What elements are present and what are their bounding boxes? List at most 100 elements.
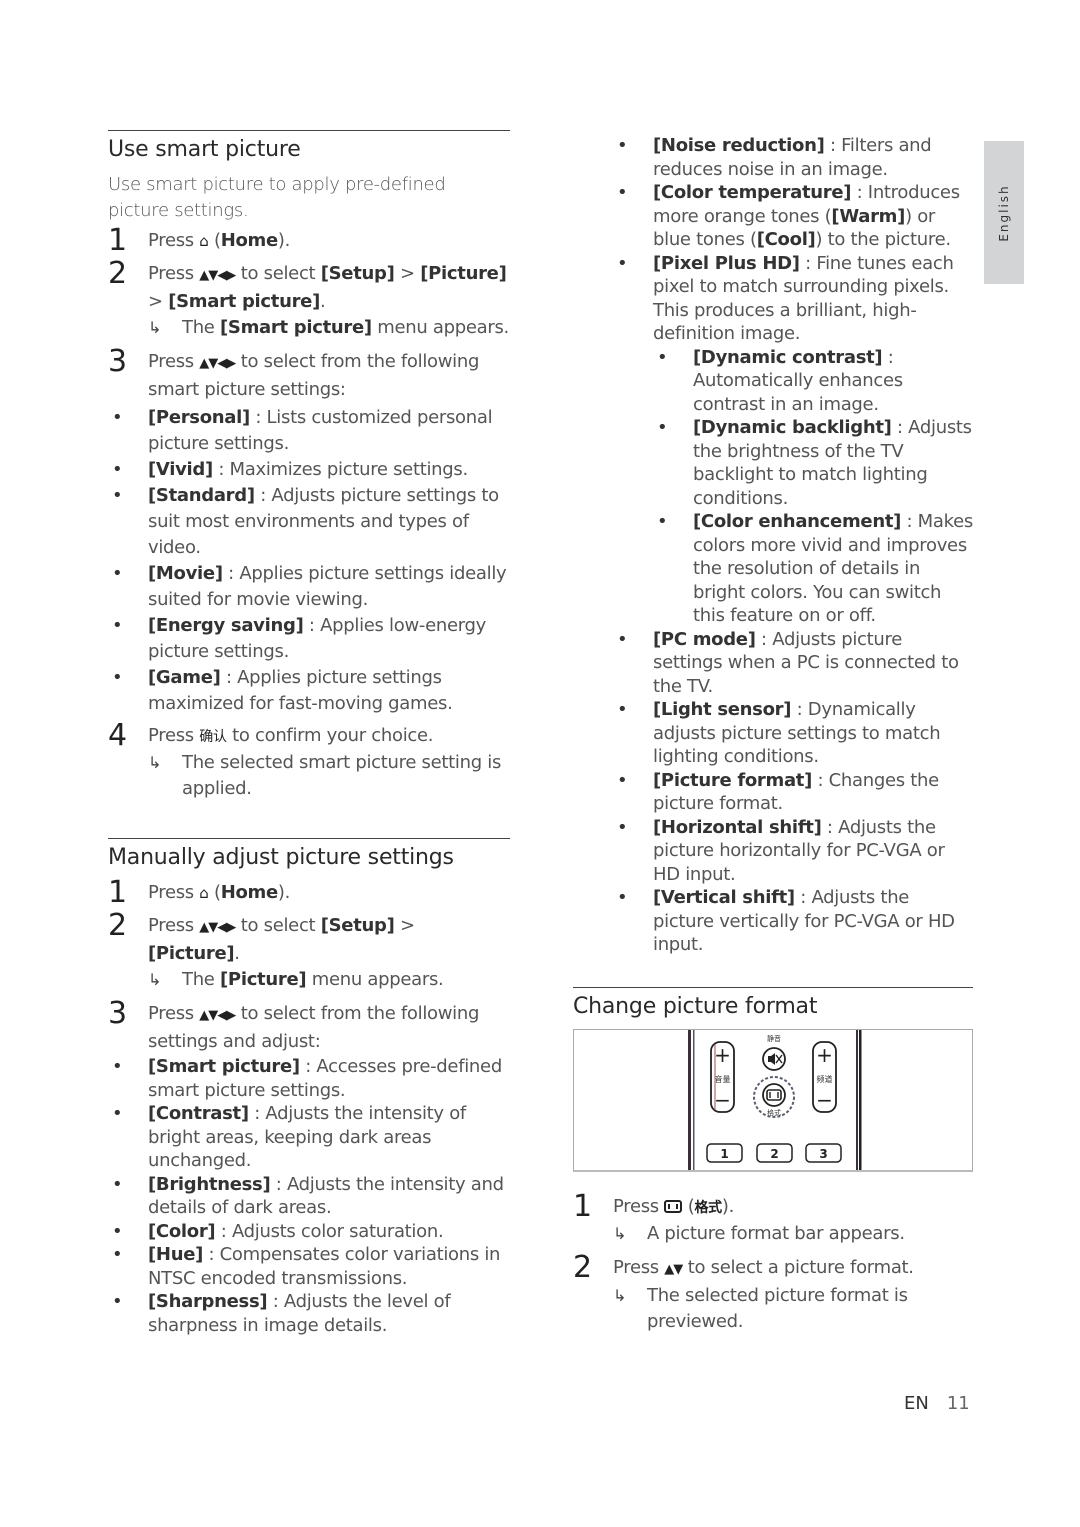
text: . [320, 291, 326, 312]
step-number: 2 [108, 256, 127, 291]
bullet: • [657, 417, 668, 438]
format-key-label: 格式 [694, 1199, 722, 1216]
bold-term: [Dynamic contrast] [693, 346, 883, 368]
format-step-2: 2 Press ▲▼ to select a picture format. ↳… [573, 1250, 973, 1335]
bullet: • [112, 1056, 123, 1077]
bold-term: [Pixel Plus HD] [653, 252, 800, 274]
text: ). [721, 1195, 735, 1217]
list-item: • [Personal] : Lists customized personal … [108, 405, 510, 457]
bullet: • [112, 1220, 123, 1242]
bullet: • [657, 346, 668, 368]
svg-text:1: 1 [720, 1147, 728, 1161]
result-arrow-icon: ↳ [148, 970, 162, 989]
home-icon: ⌂ [199, 884, 209, 902]
bullet: • [112, 1103, 123, 1124]
text: . [234, 943, 240, 964]
bold-term: [Standard] [148, 485, 255, 506]
bullet: • [112, 1244, 123, 1265]
text: ( [208, 882, 221, 903]
remote-edge-left [688, 1029, 691, 1170]
bold-term: [Setup] [320, 263, 395, 284]
svg-text:2: 2 [770, 1147, 778, 1161]
bullet: • [112, 407, 123, 428]
format-button: 格式 [753, 1075, 795, 1118]
text: Press [148, 263, 200, 284]
list-item: • [Game] : Applies picture settings maxim… [108, 665, 510, 717]
mute-button: 静音 [762, 1034, 786, 1071]
text: ( [682, 1195, 695, 1217]
bold-term: [Vertical shift] [653, 887, 795, 908]
list-item: • [Smart picture] : Accesses pre-defined … [108, 1055, 510, 1102]
bold-term: [Cool] [756, 229, 816, 250]
channel-label: 频道 [817, 1074, 833, 1084]
bullet: • [617, 252, 628, 274]
volume-rocker-button: + 音量 − [710, 1040, 735, 1113]
section-divider [108, 130, 510, 131]
format-label: 格式 [767, 1108, 781, 1117]
bullet: • [112, 1173, 123, 1195]
manual-step-3: 3 Press ▲▼◀▶ to select from the followin… [108, 997, 510, 1055]
list-item: • [Contrast] : Adjusts the intensity of b… [108, 1102, 510, 1173]
list-item: • [PC mode] : Adjusts picture settings wh… [573, 628, 973, 699]
bold-term: [Contrast] [148, 1103, 249, 1124]
bullet: • [112, 615, 123, 636]
format-icon [664, 1199, 683, 1213]
text: Press [148, 915, 200, 936]
smart-step-4: 4 Press 确认 to confirm your choice. ↳ The… [108, 719, 510, 802]
text: The [182, 969, 220, 990]
text: Press [613, 1256, 665, 1278]
bold-term: [Light sensor] [653, 699, 792, 720]
bold-term: [Vivid] [148, 459, 213, 480]
bold-term: [Personal] [148, 407, 250, 428]
bold-term: [Color] [148, 1220, 216, 1242]
bold-term: [Color enhancement] [693, 511, 902, 532]
number-key-1: 1 [706, 1142, 743, 1163]
text: Press [148, 882, 200, 903]
bullet: • [617, 816, 628, 838]
step-number: 3 [108, 996, 127, 1031]
list-item: • [Standard] : Adjusts picture settings t… [108, 483, 510, 561]
text: > [394, 915, 415, 936]
bold-term: [Dynamic backlight] [693, 417, 892, 438]
result-line: ↳ The selected smart picture setting is … [148, 750, 510, 802]
text: The selected picture format is previewed… [647, 1284, 908, 1332]
text: A picture format bar appears. [647, 1222, 905, 1244]
home-icon: ⌂ [199, 232, 209, 250]
footer-language: EN [904, 1393, 929, 1414]
result-arrow-icon: ↳ [148, 318, 162, 337]
result-line: ↳ The selected picture format is preview… [613, 1283, 973, 1335]
confirm-key-label: 确认 [199, 729, 227, 745]
bold-term: [Picture format] [653, 769, 813, 791]
result-arrow-icon: ↳ [613, 1223, 627, 1243]
text: ). [277, 230, 291, 251]
bold-term: [Game] [148, 667, 221, 688]
text: Press [148, 230, 200, 251]
number-key-3: 3 [805, 1142, 842, 1163]
text: Press [613, 1195, 665, 1217]
result-arrow-icon: ↳ [613, 1285, 627, 1305]
page-footer: EN 11 [904, 1393, 970, 1414]
result-arrow-icon: ↳ [148, 753, 162, 772]
left-column: Use smart picture Use smart picture to a… [108, 130, 510, 1337]
result-line: ↳ A picture format bar appears. [613, 1221, 973, 1247]
text: menu appears. [306, 969, 444, 990]
sub-list-item: • [Color enhancement] : Makes colors more… [573, 510, 973, 628]
bullet: • [617, 769, 628, 791]
bullet: • [617, 135, 628, 156]
bold-term: [Movie] [148, 563, 223, 584]
text: to select a picture format. [682, 1256, 914, 1278]
manual-step-2: 2 Press ▲▼◀▶ to select [Setup] > [Pictur… [108, 909, 510, 993]
bullet: • [617, 699, 628, 720]
text: to select [235, 263, 321, 284]
bold-term: [Energy saving] [148, 615, 304, 636]
list-item: • [Vivid] : Maximizes picture settings. [108, 457, 510, 483]
list-item: • [Vertical shift] : Adjusts the picture … [573, 886, 973, 957]
list-item: • [Noise reduction] : Filters and reduces… [573, 134, 973, 181]
text: to confirm your choice. [226, 725, 434, 746]
smart-step-3: 3 Press ▲▼◀▶ to select from the followin… [108, 345, 510, 403]
sub-list-item: • [Dynamic backlight] : Adjusts the brigh… [573, 416, 973, 510]
bullet: • [112, 485, 123, 506]
text: to select [235, 915, 321, 936]
